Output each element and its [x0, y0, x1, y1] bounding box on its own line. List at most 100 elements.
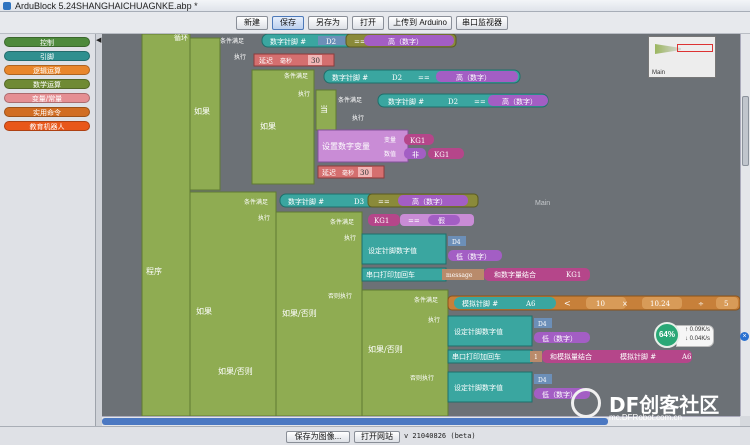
vertical-scrollbar[interactable]	[740, 34, 750, 416]
low-label: 低（数字）	[542, 334, 577, 343]
digital-read-label: 数字针脚 #	[332, 73, 368, 82]
minimap-viewport[interactable]	[677, 44, 713, 52]
number-label: 5	[724, 300, 728, 308]
serial-print-label: 串口打印加回车	[366, 270, 415, 279]
upload-rate: ↑ 0.09K/s	[685, 327, 711, 333]
watermark-url: mc.DFRobot.com.cn	[609, 413, 682, 422]
delay-value-label: 30	[311, 57, 320, 65]
condition-label: 条件满足	[220, 37, 244, 45]
condition-label: 条件满足	[244, 198, 268, 206]
category-label: 变量/常量	[31, 95, 63, 103]
pin-label: D3	[354, 198, 364, 206]
toolbar: 新建 保存 另存为 打开 上传到 Arduino 串口监视器	[0, 12, 750, 34]
close-icon[interactable]: ×	[740, 332, 749, 341]
pin-label: D4	[538, 377, 547, 384]
high-label: 高（数字）	[388, 37, 423, 46]
set-pin-digital-label: 设定针脚数字值	[454, 327, 503, 336]
millis-label: 毫秒	[342, 169, 354, 177]
download-rate-value: 0.04K/s	[689, 336, 711, 342]
new-button[interactable]: 新建	[236, 16, 268, 30]
category-edu-robot[interactable]: 教育机器人	[4, 121, 90, 131]
app-icon	[3, 2, 11, 10]
category-label: 实用命令	[33, 109, 61, 117]
program-label: 程序	[146, 266, 162, 276]
category-utilities[interactable]: 实用命令	[4, 107, 90, 117]
category-label: 控制	[40, 39, 54, 47]
category-pins[interactable]: 引脚	[4, 51, 90, 61]
equals-label: ==	[418, 74, 430, 82]
upload-arduino-button[interactable]: 上传到 Arduino	[388, 16, 452, 30]
digital-read-label: 数字针脚 #	[270, 37, 306, 46]
analog-read-label: 模拟针脚 #	[462, 299, 498, 308]
minimap[interactable]: Main	[648, 36, 716, 78]
divide-label: ÷	[698, 300, 704, 308]
execute-label: 执行	[258, 214, 270, 222]
block-palette: 控制 引脚 逻辑运算 数学运算 变量/常量 实用命令 教育机器人	[0, 34, 96, 426]
delay-label: 延迟	[259, 56, 273, 65]
download-rate: ↓ 0.04K/s	[685, 336, 711, 342]
block-canvas[interactable]: 程序 循环 如果 条件满足 数字针脚 # D2 == 高（数字） 执行 延迟 毫…	[102, 34, 740, 416]
pin-label: D2	[392, 74, 402, 82]
if-else-block[interactable]	[189, 191, 277, 416]
not-label: 非	[412, 150, 419, 159]
pin-label: A6	[681, 353, 692, 361]
equals-label: ==	[378, 198, 390, 206]
digital-read-label: 数字针脚 #	[388, 97, 424, 106]
save-as-button[interactable]: 另存为	[308, 16, 348, 30]
nested-if-label: 如果	[260, 121, 276, 131]
category-logic[interactable]: 逻辑运算	[4, 65, 90, 75]
high-label: 高（数字）	[412, 197, 447, 206]
less-than-label: <	[564, 299, 571, 308]
collapse-arrow-icon[interactable]: ◀	[96, 36, 101, 44]
horizontal-scroll-thumb[interactable]	[102, 418, 608, 425]
network-speed-widget[interactable]: ↑ 0.09K/s ↓ 0.04K/s 64%	[654, 322, 714, 350]
pin-label: D4	[452, 239, 461, 246]
execute-label: 执行	[298, 90, 310, 98]
network-percent: 64%	[654, 322, 680, 348]
one-label: 1	[534, 354, 538, 361]
execute-label: 执行	[352, 114, 364, 122]
program-block[interactable]	[141, 34, 191, 416]
join-digital-label: 和数字量结合	[494, 270, 536, 279]
ardublock-window: ArduBlock 5.24SHANGHAICHUAGNKE.abp * 新建 …	[0, 0, 750, 445]
df-watermark: DF创客社区 mc.DFRobot.com.cn	[565, 386, 750, 426]
save-as-image-button[interactable]: 保存为图像...	[286, 431, 350, 443]
category-label: 数学运算	[33, 81, 61, 89]
inner-if-else-label: 如果/否则	[282, 308, 317, 318]
equals-label: ==	[474, 98, 486, 106]
title-bar: ArduBlock 5.24SHANGHAICHUAGNKE.abp *	[0, 0, 750, 12]
number-label: 10.24	[650, 300, 671, 308]
millis-label: 毫秒	[280, 57, 292, 65]
df-logo-icon	[571, 388, 601, 418]
set-pin-digital-label: 设定针脚数字值	[454, 383, 503, 392]
serial-monitor-button[interactable]: 串口监视器	[456, 16, 508, 30]
open-button[interactable]: 打开	[352, 16, 384, 30]
digital-read-label: 数字针脚 #	[288, 197, 324, 206]
category-control[interactable]: 控制	[4, 37, 90, 47]
category-math[interactable]: 数学运算	[4, 79, 90, 89]
high-label: 高（数字）	[456, 73, 491, 82]
kg1-label: KG1	[566, 271, 581, 279]
save-button[interactable]: 保存	[272, 16, 304, 30]
variable-label: 变量	[384, 136, 396, 144]
canvas-page-label: Main	[535, 200, 551, 207]
open-website-button[interactable]: 打开网站	[354, 431, 400, 443]
vertical-scroll-thumb[interactable]	[742, 96, 749, 166]
condition-label: 条件满足	[338, 96, 362, 104]
else-if-label: 如果/否则	[368, 344, 403, 354]
high-label: 高（数字）	[502, 97, 537, 106]
set-digital-var-label: 设置数字变量	[322, 141, 370, 151]
serial-print-label: 串口打印加回车	[452, 352, 501, 361]
else-execute-label: 否则执行	[410, 374, 434, 382]
category-variables[interactable]: 变量/常量	[4, 93, 90, 103]
status-bar: 保存为图像... 打开网站 v 21040826 (beta)	[0, 426, 750, 445]
condition-label: 条件满足	[414, 296, 438, 304]
category-label: 引脚	[40, 53, 54, 61]
analog-read-label: 模拟针脚 #	[620, 352, 656, 361]
message-label: message	[446, 272, 473, 279]
number-block[interactable]	[586, 297, 626, 309]
value-label: 数值	[384, 150, 396, 158]
category-label: 教育机器人	[29, 123, 65, 131]
multiply-label: ×	[622, 300, 628, 308]
version-text: v 21040826 (beta)	[404, 432, 476, 440]
